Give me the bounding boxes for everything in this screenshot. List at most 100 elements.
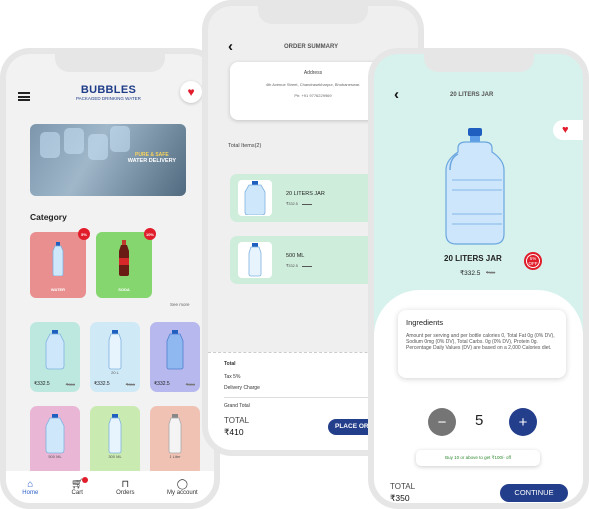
bottom-total-label: TOTAL bbox=[390, 482, 416, 491]
page-title: ORDER SUMMARY bbox=[284, 44, 339, 50]
ingredients-card: Ingredients Amount per serving and per b… bbox=[398, 310, 566, 378]
category-card-water[interactable]: WATER 5% bbox=[30, 228, 90, 298]
product-size: 500 ML bbox=[48, 454, 62, 459]
water-jar-icon bbox=[45, 330, 65, 370]
product-old-price: ₹350 bbox=[185, 382, 195, 387]
water-jar-image bbox=[445, 128, 505, 245]
tab-label: My account bbox=[167, 489, 198, 496]
water-jar-icon bbox=[244, 181, 266, 215]
bulk-offer-chip: Buy 10 or above to get ₹100/- off bbox=[416, 450, 540, 466]
discount-off-badge: 5% OFF bbox=[524, 252, 542, 270]
tab-label: Home bbox=[22, 489, 39, 496]
product-old-price: ₹350 bbox=[125, 382, 135, 387]
banner-jug-graphic bbox=[64, 128, 84, 154]
item-thumbnail bbox=[238, 180, 272, 216]
item-price: ₹332.5 bbox=[286, 202, 298, 206]
brand-tagline: PACKAGED DRINKING WATER bbox=[76, 96, 141, 101]
banner-text: PURE & SAFE WATER DELIVERY bbox=[128, 152, 176, 164]
category-title: Category bbox=[30, 212, 67, 222]
product-price: ₹332.5 bbox=[460, 270, 481, 277]
decrease-quantity-button[interactable]: − bbox=[428, 408, 456, 436]
bottom-total-label: TOTAL bbox=[224, 416, 250, 425]
phone-notch bbox=[423, 54, 534, 72]
water-bottle-icon bbox=[168, 414, 182, 454]
ingredients-heading: Ingredients bbox=[406, 318, 444, 327]
bag-icon: ⊓ bbox=[121, 478, 130, 490]
user-icon: ◯ bbox=[176, 478, 188, 490]
product-card[interactable]: 1 Liter bbox=[150, 406, 200, 476]
water-jar-icon bbox=[45, 414, 65, 454]
phone-notch bbox=[258, 6, 368, 24]
off-label: OFF bbox=[528, 261, 538, 266]
category-label: SODA bbox=[118, 287, 130, 292]
discount-badge: 5% bbox=[78, 228, 90, 240]
see-more-link[interactable]: See more bbox=[170, 302, 190, 307]
item-price: ₹332.5 bbox=[286, 264, 298, 268]
bottom-tab-bar: ⌂ Home 🛒︎ Cart ⊓ Orders ◯ My account bbox=[6, 471, 214, 503]
tab-home[interactable]: ⌂ Home bbox=[22, 479, 38, 496]
category-label: WATER bbox=[50, 287, 66, 292]
product-old-price: ₹350 bbox=[486, 270, 496, 275]
product-card[interactable]: ₹332.5 ₹350 bbox=[150, 322, 200, 392]
tab-label: Orders bbox=[116, 489, 135, 496]
favorite-heart-icon[interactable]: ♥ bbox=[553, 120, 583, 140]
summary-delivery-label: Delivery Charge bbox=[224, 385, 260, 391]
favorites-heart-icon[interactable]: ♥ bbox=[180, 81, 202, 103]
item-name: 500 ML bbox=[286, 253, 305, 259]
cart-notification-dot bbox=[81, 476, 88, 483]
back-arrow-icon[interactable]: ‹ bbox=[228, 38, 233, 55]
home-icon: ⌂ bbox=[27, 478, 34, 490]
item-strike-line bbox=[302, 204, 312, 205]
promo-banner[interactable]: PURE & SAFE WATER DELIVERY bbox=[30, 124, 186, 196]
hamburger-menu-icon[interactable] bbox=[18, 92, 30, 101]
product-card[interactable]: 500 ML bbox=[30, 406, 80, 476]
water-bottle-icon bbox=[108, 330, 122, 370]
soda-bottle-icon bbox=[119, 240, 129, 276]
product-size: 20 L bbox=[111, 370, 119, 375]
product-size: 1 Liter bbox=[169, 454, 181, 459]
phone-notch bbox=[55, 54, 165, 72]
banner-jug-graphic bbox=[40, 132, 60, 158]
tab-my-account[interactable]: ◯ My account bbox=[167, 479, 198, 496]
product-card[interactable]: 20 L ₹332.5 ₹350 bbox=[90, 322, 140, 392]
app-showcase: BUBBLES PACKAGED DRINKING WATER ♥ PURE &… bbox=[0, 0, 589, 509]
increase-quantity-button[interactable]: + bbox=[509, 408, 537, 436]
product-price: ₹332.5 bbox=[94, 381, 110, 387]
brand-name: BUBBLES bbox=[80, 84, 137, 96]
continue-button[interactable]: CONTINUE bbox=[500, 484, 568, 502]
water-bottle-icon bbox=[52, 242, 64, 276]
water-bottle-icon bbox=[248, 243, 262, 277]
total-items-label: Total Items(2) bbox=[228, 143, 262, 149]
home-header: BUBBLES PACKAGED DRINKING WATER ♥ bbox=[6, 76, 214, 116]
tab-cart[interactable]: 🛒︎ Cart bbox=[71, 476, 88, 496]
water-bottle-icon bbox=[108, 414, 122, 454]
home-screen: BUBBLES PACKAGED DRINKING WATER ♥ PURE &… bbox=[0, 48, 220, 509]
ingredients-text: Amount per serving and per bottle calori… bbox=[406, 333, 555, 351]
item-name: 20 LITERS JAR bbox=[286, 191, 325, 197]
product-card[interactable]: 300 ML bbox=[90, 406, 140, 476]
banner-line2: WATER DELIVERY bbox=[127, 158, 176, 164]
bottom-total-amount: ₹410 bbox=[224, 427, 244, 437]
item-strike-line bbox=[302, 266, 312, 267]
tab-orders[interactable]: ⊓ Orders bbox=[116, 479, 134, 496]
summary-grand-total-label: Grand Total bbox=[224, 403, 250, 409]
water-bottle-icon bbox=[166, 330, 184, 370]
summary-total-label: Total bbox=[224, 361, 236, 367]
product-card[interactable]: ₹332.5 ₹350 bbox=[30, 322, 80, 392]
product-price: ₹332.5 bbox=[34, 381, 50, 387]
bottom-total-amount: ₹350 bbox=[390, 493, 410, 503]
discount-badge: 10% bbox=[144, 228, 156, 240]
quantity-value: 5 bbox=[475, 412, 484, 429]
product-detail-screen: ‹ 20 LITERS JAR ♥ 20 LITERS JAR ₹332.5 ₹… bbox=[368, 48, 589, 509]
banner-jug-graphic bbox=[110, 126, 130, 152]
product-size: 300 ML bbox=[108, 454, 122, 459]
summary-tax-label: Tax 5% bbox=[224, 374, 241, 380]
item-thumbnail bbox=[238, 242, 272, 278]
back-arrow-icon[interactable]: ‹ bbox=[394, 86, 399, 103]
brand-logo: BUBBLES PACKAGED DRINKING WATER bbox=[76, 84, 141, 101]
product-price: ₹332.5 bbox=[154, 381, 170, 387]
category-card-soda[interactable]: SODA 10% bbox=[96, 228, 156, 298]
banner-jug-graphic bbox=[88, 134, 108, 160]
tab-label: Cart bbox=[71, 489, 83, 496]
product-name: 20 LITERS JAR bbox=[444, 254, 502, 263]
